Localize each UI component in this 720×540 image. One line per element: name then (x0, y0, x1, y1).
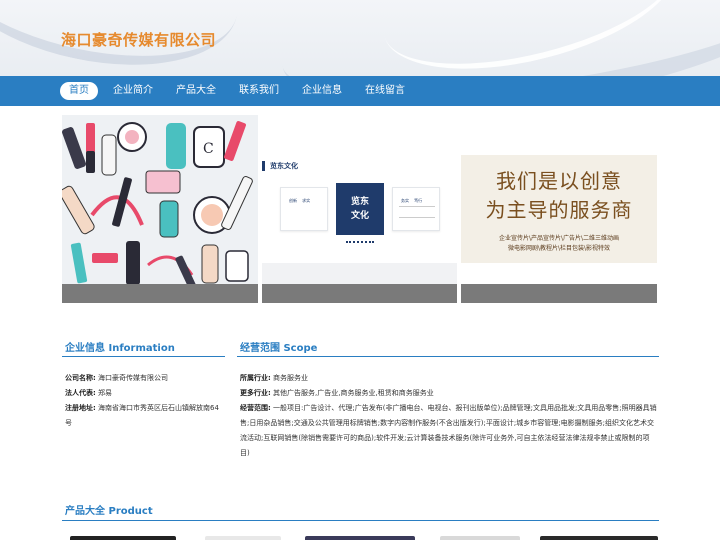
address-label: 注册地址: (65, 404, 96, 412)
scope-label: 经营范围: (240, 404, 271, 412)
svg-text:C: C (203, 141, 214, 157)
banner-slide-cosmetics[interactable]: C (62, 115, 258, 303)
business-scope-title-en: Scope (283, 343, 318, 354)
legal-rep-value: 郑易 (98, 389, 113, 397)
company-info-body: 公司名称: 海口豪奇传媒有限公司 法人代表: 郑易 注册地址: 海南省海口市秀英… (65, 371, 225, 431)
heading-marker (262, 161, 265, 171)
more-industry-label: 更多行业: (240, 389, 271, 397)
business-scope-divider (237, 356, 659, 357)
slide2-dots (346, 241, 374, 243)
slide3-sub2: 微电影网剧\教程片\栏目包装\影视特效 (507, 245, 611, 252)
cosmetics-illustration: C (62, 115, 258, 303)
slide-caption-bar (461, 284, 657, 303)
nav-item-company-info[interactable]: 企业信息 (302, 82, 342, 100)
slide2-card-right-text: 务实 笃行 (401, 198, 423, 203)
slide-caption-bar (62, 284, 258, 303)
slide2-card-right-lines (399, 206, 435, 218)
scope-value: 一般项目:广告设计、代理;广告发布(非广播电台、电视台、报刊出版单位);品牌管理… (240, 404, 657, 457)
product-thumbnail[interactable] (305, 536, 415, 540)
company-info-title: 企业信息 Information (65, 339, 175, 354)
slide2-floor (262, 263, 457, 284)
business-scope-body: 所属行业: 商务服务业 更多行业: 其他广告服务,广告业,商务服务业,租赁和商务… (240, 371, 657, 461)
products-title: 产品大全 Product (65, 502, 153, 517)
banner: C 览东文化 创新 求实 览东 文化 务实 笃行 我们是以创意 为主导的服务商 … (0, 115, 720, 303)
slide3-sub1: 企业宣传片\产品宣传片\广告片\二维三维动画 (498, 235, 620, 242)
product-thumbnail[interactable] (540, 536, 658, 540)
company-name-value: 海口豪奇传媒有限公司 (98, 374, 169, 382)
nav-item-contact[interactable]: 联系我们 (239, 82, 279, 100)
company-info-title-cn: 企业信息 (65, 343, 105, 354)
products-title-cn: 产品大全 (65, 506, 105, 517)
slide2-card-left: 创新 求实 (280, 187, 328, 231)
company-name-label: 公司名称: (65, 374, 96, 382)
slide2-card-center-line1: 览东 (350, 197, 369, 207)
slide-caption-bar (262, 284, 457, 303)
nav-item-message[interactable]: 在线留言 (365, 82, 405, 100)
site-title[interactable]: 海口豪奇传媒有限公司 (61, 29, 216, 50)
slide2-card-center: 览东 文化 (336, 183, 384, 235)
company-info-title-en: Information (108, 343, 175, 354)
products-divider (62, 520, 659, 521)
slide2-card-center-line2: 文化 (350, 211, 369, 221)
banner-slide-landong[interactable]: 览东文化 创新 求实 览东 文化 务实 笃行 (262, 115, 457, 303)
company-name-row: 公司名称: 海口豪奇传媒有限公司 (65, 371, 225, 386)
industry-label: 所属行业: (240, 374, 271, 382)
address-row: 注册地址: 海南省海口市秀英区后石山镇解放南64号 (65, 401, 225, 431)
scope-row: 经营范围: 一般项目:广告设计、代理;广告发布(非广播电台、电视台、报刊出版单位… (240, 401, 657, 461)
nav-item-about[interactable]: 企业简介 (113, 82, 153, 100)
banner-slide-creative[interactable]: 我们是以创意 为主导的服务商 企业宣传片\产品宣传片\广告片\二维三维动画 微电… (461, 115, 657, 303)
legal-rep-row: 法人代表: 郑易 (65, 386, 225, 401)
business-scope-title: 经营范围 Scope (240, 339, 317, 354)
product-thumbnail[interactable] (70, 536, 176, 540)
nav-item-products[interactable]: 产品大全 (176, 82, 216, 100)
slide3-line1: 我们是以创意 (496, 169, 622, 193)
site-header: 海口豪奇传媒有限公司 (0, 0, 720, 76)
nav-item-home[interactable]: 首页 (60, 82, 98, 100)
slide2-heading: 览东文化 (270, 162, 298, 170)
product-thumbnail[interactable] (205, 536, 281, 540)
industry-value: 商务服务业 (273, 374, 309, 382)
product-thumbnail[interactable] (440, 536, 520, 540)
slide3-line2: 为主导的服务商 (485, 198, 633, 222)
legal-rep-label: 法人代表: (65, 389, 96, 397)
more-industry-row: 更多行业: 其他广告服务,广告业,商务服务业,租赁和商务服务业 (240, 386, 657, 401)
more-industry-value: 其他广告服务,广告业,商务服务业,租赁和商务服务业 (273, 389, 434, 397)
business-scope-title-cn: 经营范围 (240, 343, 280, 354)
products-title-en: Product (108, 506, 153, 517)
slide2-card-right: 务实 笃行 (392, 187, 440, 231)
main-nav: 首页 企业简介 产品大全 联系我们 企业信息 在线留言 (0, 76, 720, 106)
company-info-divider (62, 356, 225, 357)
industry-row: 所属行业: 商务服务业 (240, 371, 657, 386)
slide2-card-left-text: 创新 求实 (289, 198, 311, 203)
